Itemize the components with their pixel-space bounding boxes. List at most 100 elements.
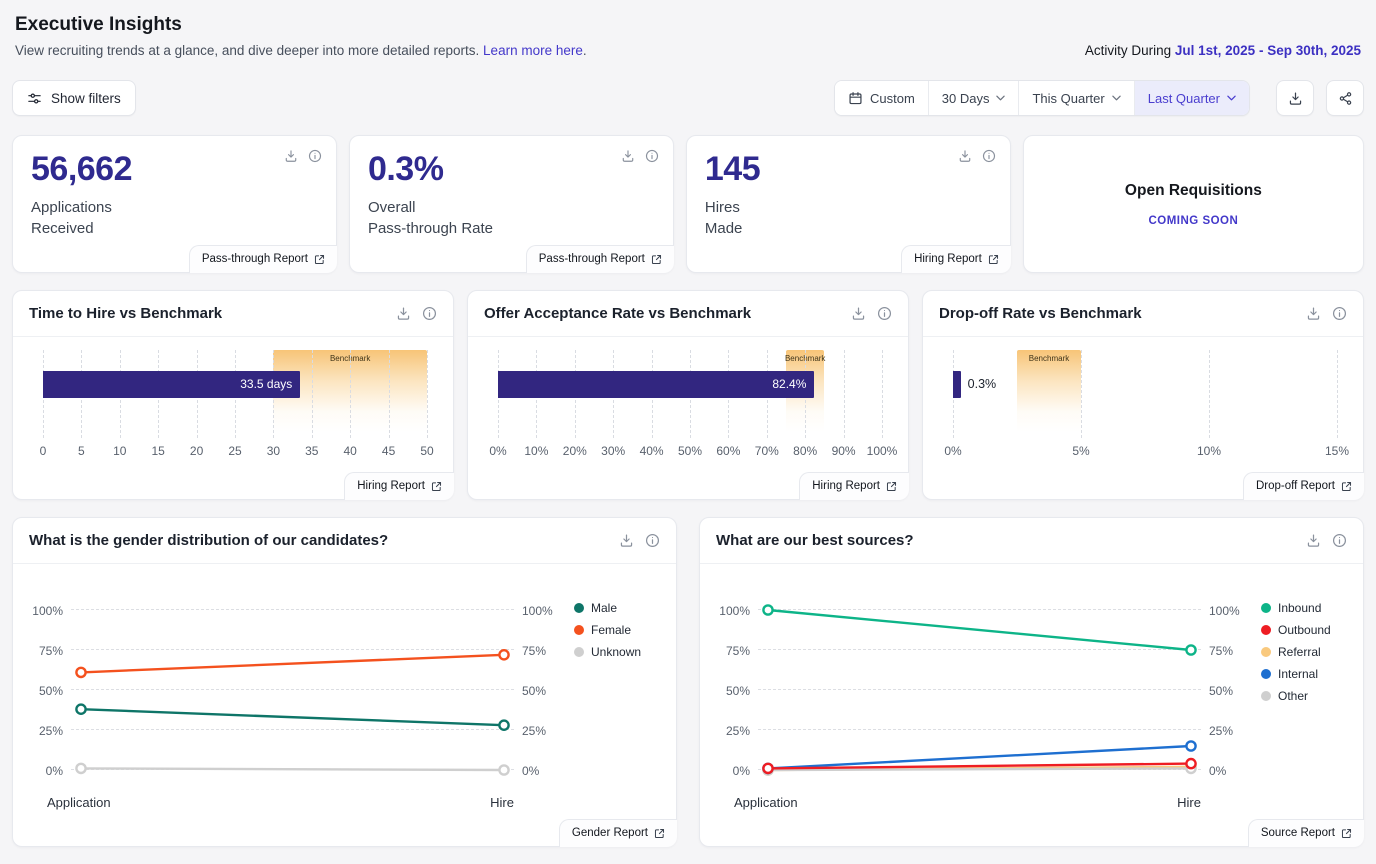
- page-subtitle: View recruiting trends at a glance, and …: [15, 43, 587, 58]
- y-axis-left: 0% 25% 50% 75% 100%: [25, 604, 71, 778]
- gridline: [311, 350, 313, 438]
- legend-dot: [574, 625, 584, 635]
- learn-more-link[interactable]: Learn more here: [483, 43, 583, 58]
- axis-tick-label: 20: [189, 444, 204, 458]
- this-quarter-button[interactable]: This Quarter: [1018, 81, 1134, 115]
- info-icon[interactable]: [645, 149, 659, 163]
- value-label: 0.3%: [967, 377, 997, 391]
- pass-through-rate-card: 0.3% Overall Pass-through Rate Pass-throu…: [348, 135, 674, 273]
- kpi-value: 56,662: [31, 150, 132, 188]
- axis-tick-label: 15%: [1324, 444, 1350, 458]
- data-point: [498, 649, 510, 661]
- data-point: [1185, 740, 1197, 752]
- axis-tick-label: 35: [305, 444, 319, 458]
- last-quarter-button[interactable]: Last Quarter: [1133, 81, 1249, 115]
- x-axis-category-label: Hire: [490, 795, 514, 810]
- download-button[interactable]: [1276, 80, 1314, 116]
- legend-dot: [1261, 669, 1271, 679]
- y-axis-tick-label: 25%: [522, 724, 547, 738]
- gridline: [1081, 350, 1082, 438]
- download-icon[interactable]: [1306, 533, 1321, 548]
- axis-tick-label: 20%: [562, 444, 587, 458]
- legend-dot: [1261, 647, 1271, 657]
- x-axis-category-label: Hire: [1177, 795, 1201, 810]
- axis-tick-label: 15: [151, 444, 165, 458]
- value-bar: 82.4%: [498, 371, 815, 398]
- info-icon[interactable]: [422, 306, 437, 321]
- external-link-icon: [654, 828, 665, 838]
- legend-dot: [574, 647, 584, 657]
- bar-chart-plot: Benchmark 0.3%: [953, 350, 1338, 438]
- y-axis-tick-label: 50%: [38, 684, 63, 698]
- pass-through-report-link[interactable]: Pass-through Report: [525, 245, 674, 273]
- toolbar: Show filters Custom 30 Days This Quarter…: [12, 80, 1364, 116]
- source-report-link[interactable]: Source Report: [1247, 819, 1364, 847]
- data-point: [1185, 644, 1197, 656]
- x-axis-category-label: Application: [47, 795, 111, 810]
- hires-made-card: 145 Hires Made Hiring Report: [685, 135, 1011, 273]
- bar-chart-plot: Benchmark 33.5 days: [43, 350, 428, 438]
- axis-tick-label: 0%: [489, 444, 507, 458]
- info-icon[interactable]: [308, 149, 322, 163]
- data-point: [1185, 757, 1197, 770]
- download-icon[interactable]: [396, 306, 411, 321]
- line-chart-plot: [758, 604, 1201, 776]
- share-button[interactable]: [1326, 80, 1364, 116]
- y-axis-tick-label: 0%: [732, 764, 750, 778]
- thirty-days-button[interactable]: 30 Days: [927, 81, 1019, 115]
- hiring-report-link[interactable]: Hiring Report: [901, 245, 1011, 273]
- gridline: [427, 350, 428, 438]
- series-line: [80, 653, 505, 674]
- info-icon[interactable]: [1332, 533, 1347, 548]
- data-point: [762, 762, 774, 775]
- value-bar: 33.5 days: [43, 371, 301, 398]
- line-series-svg: [762, 604, 1197, 776]
- hiring-report-link[interactable]: Hiring Report: [344, 472, 454, 500]
- applications-received-card: 56,662 Applications Received Pass-through…: [12, 135, 337, 273]
- kpi-value: 145: [704, 150, 761, 188]
- pass-through-report-link[interactable]: Pass-through Report: [188, 245, 337, 273]
- legend-label: Outbound: [1278, 623, 1331, 637]
- axis-tick-label: 70%: [754, 444, 779, 458]
- y-axis-tick-label: 0%: [45, 764, 63, 778]
- download-icon[interactable]: [1306, 306, 1321, 321]
- download-icon[interactable]: [284, 149, 298, 163]
- info-icon[interactable]: [982, 149, 996, 163]
- download-icon[interactable]: [621, 149, 635, 163]
- activity-period: Activity During Jul 1st, 2025 - Sep 30th…: [1085, 43, 1361, 58]
- axis-tick-label: 60%: [716, 444, 741, 458]
- download-icon[interactable]: [619, 533, 634, 548]
- coming-soon-badge: COMING SOON: [1148, 214, 1239, 227]
- show-filters-button[interactable]: Show filters: [12, 80, 136, 116]
- data-point: [498, 764, 510, 776]
- benchmark-label: Benchmark: [1028, 354, 1070, 363]
- axis-tick-label: 0%: [944, 444, 962, 458]
- drop-off-report-link[interactable]: Drop-off Report: [1242, 472, 1364, 500]
- open-requisitions-card: Open Requisitions COMING SOON: [1022, 135, 1364, 273]
- y-axis-tick-label: 100%: [32, 604, 63, 618]
- data-point: [75, 762, 87, 775]
- download-icon[interactable]: [851, 306, 866, 321]
- series-line: [767, 608, 1192, 652]
- kpi-label: Overall Pass-through Rate: [367, 199, 494, 237]
- custom-range-button[interactable]: Custom: [834, 81, 928, 115]
- info-icon[interactable]: [1332, 306, 1347, 321]
- info-icon[interactable]: [877, 306, 892, 321]
- gender-report-link[interactable]: Gender Report: [558, 819, 677, 847]
- y-axis-tick-label: 75%: [522, 644, 547, 658]
- axis-tick-label: 5%: [1072, 444, 1090, 458]
- hiring-report-link[interactable]: Hiring Report: [799, 472, 909, 500]
- axis-tick-label: 30%: [601, 444, 626, 458]
- gridline: [1209, 350, 1210, 438]
- info-icon[interactable]: [645, 533, 660, 548]
- y-axis-tick-label: 75%: [1209, 644, 1234, 658]
- chevron-down-icon: [1227, 95, 1236, 101]
- axis-tick-label: 50%: [677, 444, 703, 458]
- chevron-down-icon: [996, 95, 1006, 101]
- download-icon[interactable]: [958, 149, 972, 163]
- axis-tick-label: 40%: [639, 444, 664, 458]
- axis-tick-label: 50: [420, 444, 434, 458]
- calendar-icon: [849, 91, 862, 104]
- axis-tick-label: 25: [228, 444, 242, 458]
- y-axis-tick-label: 0%: [522, 764, 540, 778]
